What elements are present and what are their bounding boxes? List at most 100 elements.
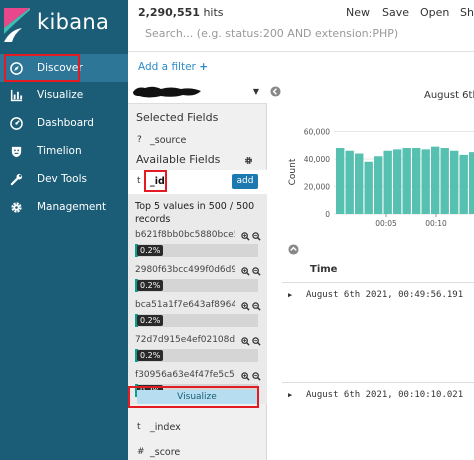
zoom-out-icon[interactable] [252,336,261,346]
zoom-out-icon[interactable] [252,371,261,381]
value-text: 72d7d915e4ef02108da... [135,335,235,345]
divider [282,382,474,383]
sidebar-item-management[interactable]: Management [0,193,128,221]
zoom-out-icon[interactable] [252,266,261,276]
value-text: 2980f63bcc499f0d6d98... [135,265,235,275]
zoom-in-icon[interactable] [241,301,250,311]
brand-name: kibana [37,10,110,34]
x-tick-label: 00:05 [375,219,397,228]
y-tick-label: 60,000 [304,128,330,137]
document-row[interactable]: ▶ August 6th 2021, 00:10:10.021 [288,390,463,400]
field-type-string: t [137,176,141,186]
field-index[interactable]: t _index [128,418,267,440]
x-tick-label: 00:10 [425,219,447,228]
timelion-icon [9,144,23,158]
kibana-logo-icon [4,8,30,42]
histogram-bar [450,150,459,214]
available-fields-title: Available Fields [136,153,221,166]
histogram-bar [431,146,440,214]
histogram-bar [383,150,392,214]
x-axis-ticks: 00:05 00:10 [375,214,447,228]
field-source[interactable]: ? _source [128,131,267,153]
value-percent: 0.2% [137,315,164,326]
sidebar: kibana Discover Visualize Dashboard Time… [0,0,128,460]
dashboard-icon [9,116,23,130]
field-type-string: t [137,422,141,432]
histogram-bar [345,150,354,214]
document-time: August 6th 2021, 00:10:10.021 [306,390,464,400]
value-item: bca51a1f7e643af89644... 0.2% [128,300,267,336]
collapse-sidebar-icon[interactable] [270,86,282,98]
highlight-id-field [144,170,167,192]
sidebar-item-timelion[interactable]: Timelion [0,137,128,165]
histogram-bars [336,146,474,214]
sidebar-item-dev-tools[interactable]: Dev Tools [0,165,128,193]
histogram-bar [469,152,474,214]
histogram-bar [421,149,430,214]
value-item: 72d7d915e4ef02108da... 0.2% [128,335,267,371]
histogram-bar [374,156,383,214]
gear-icon[interactable] [244,155,254,165]
histogram-chart[interactable]: Count 0 20,000 40,000 60,000 00:05 00:10 [268,108,474,238]
y-tick-label: 20,000 [304,183,330,192]
field-type-number: # [137,447,145,457]
share-button[interactable]: Sh [460,6,474,19]
add-field-button[interactable]: add [232,174,258,189]
save-button[interactable]: Save [382,6,409,19]
value-item: b621f8bb0bc5880bce5... 0.2% [128,230,267,266]
redacted-index-name [133,86,201,98]
value-percent: 0.2% [137,245,164,256]
zoom-in-icon[interactable] [241,371,250,381]
collapse-chart-icon[interactable] [288,244,300,256]
zoom-out-icon[interactable] [252,231,261,241]
sidebar-item-visualize[interactable]: Visualize [0,81,128,109]
search-input[interactable]: Search... (e.g. status:200 AND extension… [138,25,474,45]
expand-arrow-icon[interactable]: ▶ [288,291,306,299]
expand-arrow-icon[interactable]: ▶ [288,391,306,399]
y-axis-label: Count [288,158,298,185]
value-text: bca51a1f7e643af89644... [135,300,235,310]
add-filter-link[interactable]: Add a filter + [138,61,208,73]
histogram-bar [402,148,411,214]
top-values-summary: Top 5 values in 500 / 500 records [135,201,255,225]
sidebar-item-label: Management [37,201,107,213]
histogram-bar [440,148,449,214]
bar-chart-icon [9,88,23,102]
hits-label: hits [203,6,224,19]
zoom-in-icon[interactable] [241,266,250,276]
highlight-visualize [128,386,259,408]
kibana-logo[interactable]: kibana [0,0,128,52]
wrench-icon [9,172,23,186]
zoom-in-icon[interactable] [241,231,250,241]
field-name: _index [150,422,181,433]
zoom-out-icon[interactable] [252,301,261,311]
new-button[interactable]: New [346,6,370,19]
sidebar-item-dashboard[interactable]: Dashboard [0,109,128,137]
highlight-discover [4,54,80,82]
date-range-title: August 6th [424,90,474,101]
value-percent: 0.2% [137,350,164,361]
fields-panel: ▼ Selected Fields ? _source Available Fi… [128,82,267,460]
histogram-bar [364,161,373,214]
value-text: f30956a63e4f47fe5c53... [135,370,235,380]
field-name: _source [150,135,187,146]
sidebar-item-label: Timelion [37,145,82,157]
zoom-in-icon[interactable] [241,336,250,346]
hits-counter: 2,290,551 hits [138,6,224,19]
field-score[interactable]: # _score [128,443,267,460]
histogram-bar [336,148,345,214]
y-tick-label: 40,000 [304,155,330,164]
value-percent: 0.2% [137,280,164,291]
gear-icon [9,200,23,214]
histogram-bar [412,148,421,214]
plus-icon: + [199,61,209,73]
document-row[interactable]: ▶ August 6th 2021, 00:49:56.191 [288,290,463,300]
index-pattern-select[interactable]: ▼ [128,82,267,104]
time-column-header[interactable]: Time [310,264,337,275]
open-button[interactable]: Open [420,6,449,19]
histogram-bar [355,153,364,214]
value-text: b621f8bb0bc5880bce5... [135,230,235,240]
divider [282,282,474,283]
chevron-down-icon: ▼ [252,87,259,96]
filter-bar: Add a filter + [128,52,474,82]
